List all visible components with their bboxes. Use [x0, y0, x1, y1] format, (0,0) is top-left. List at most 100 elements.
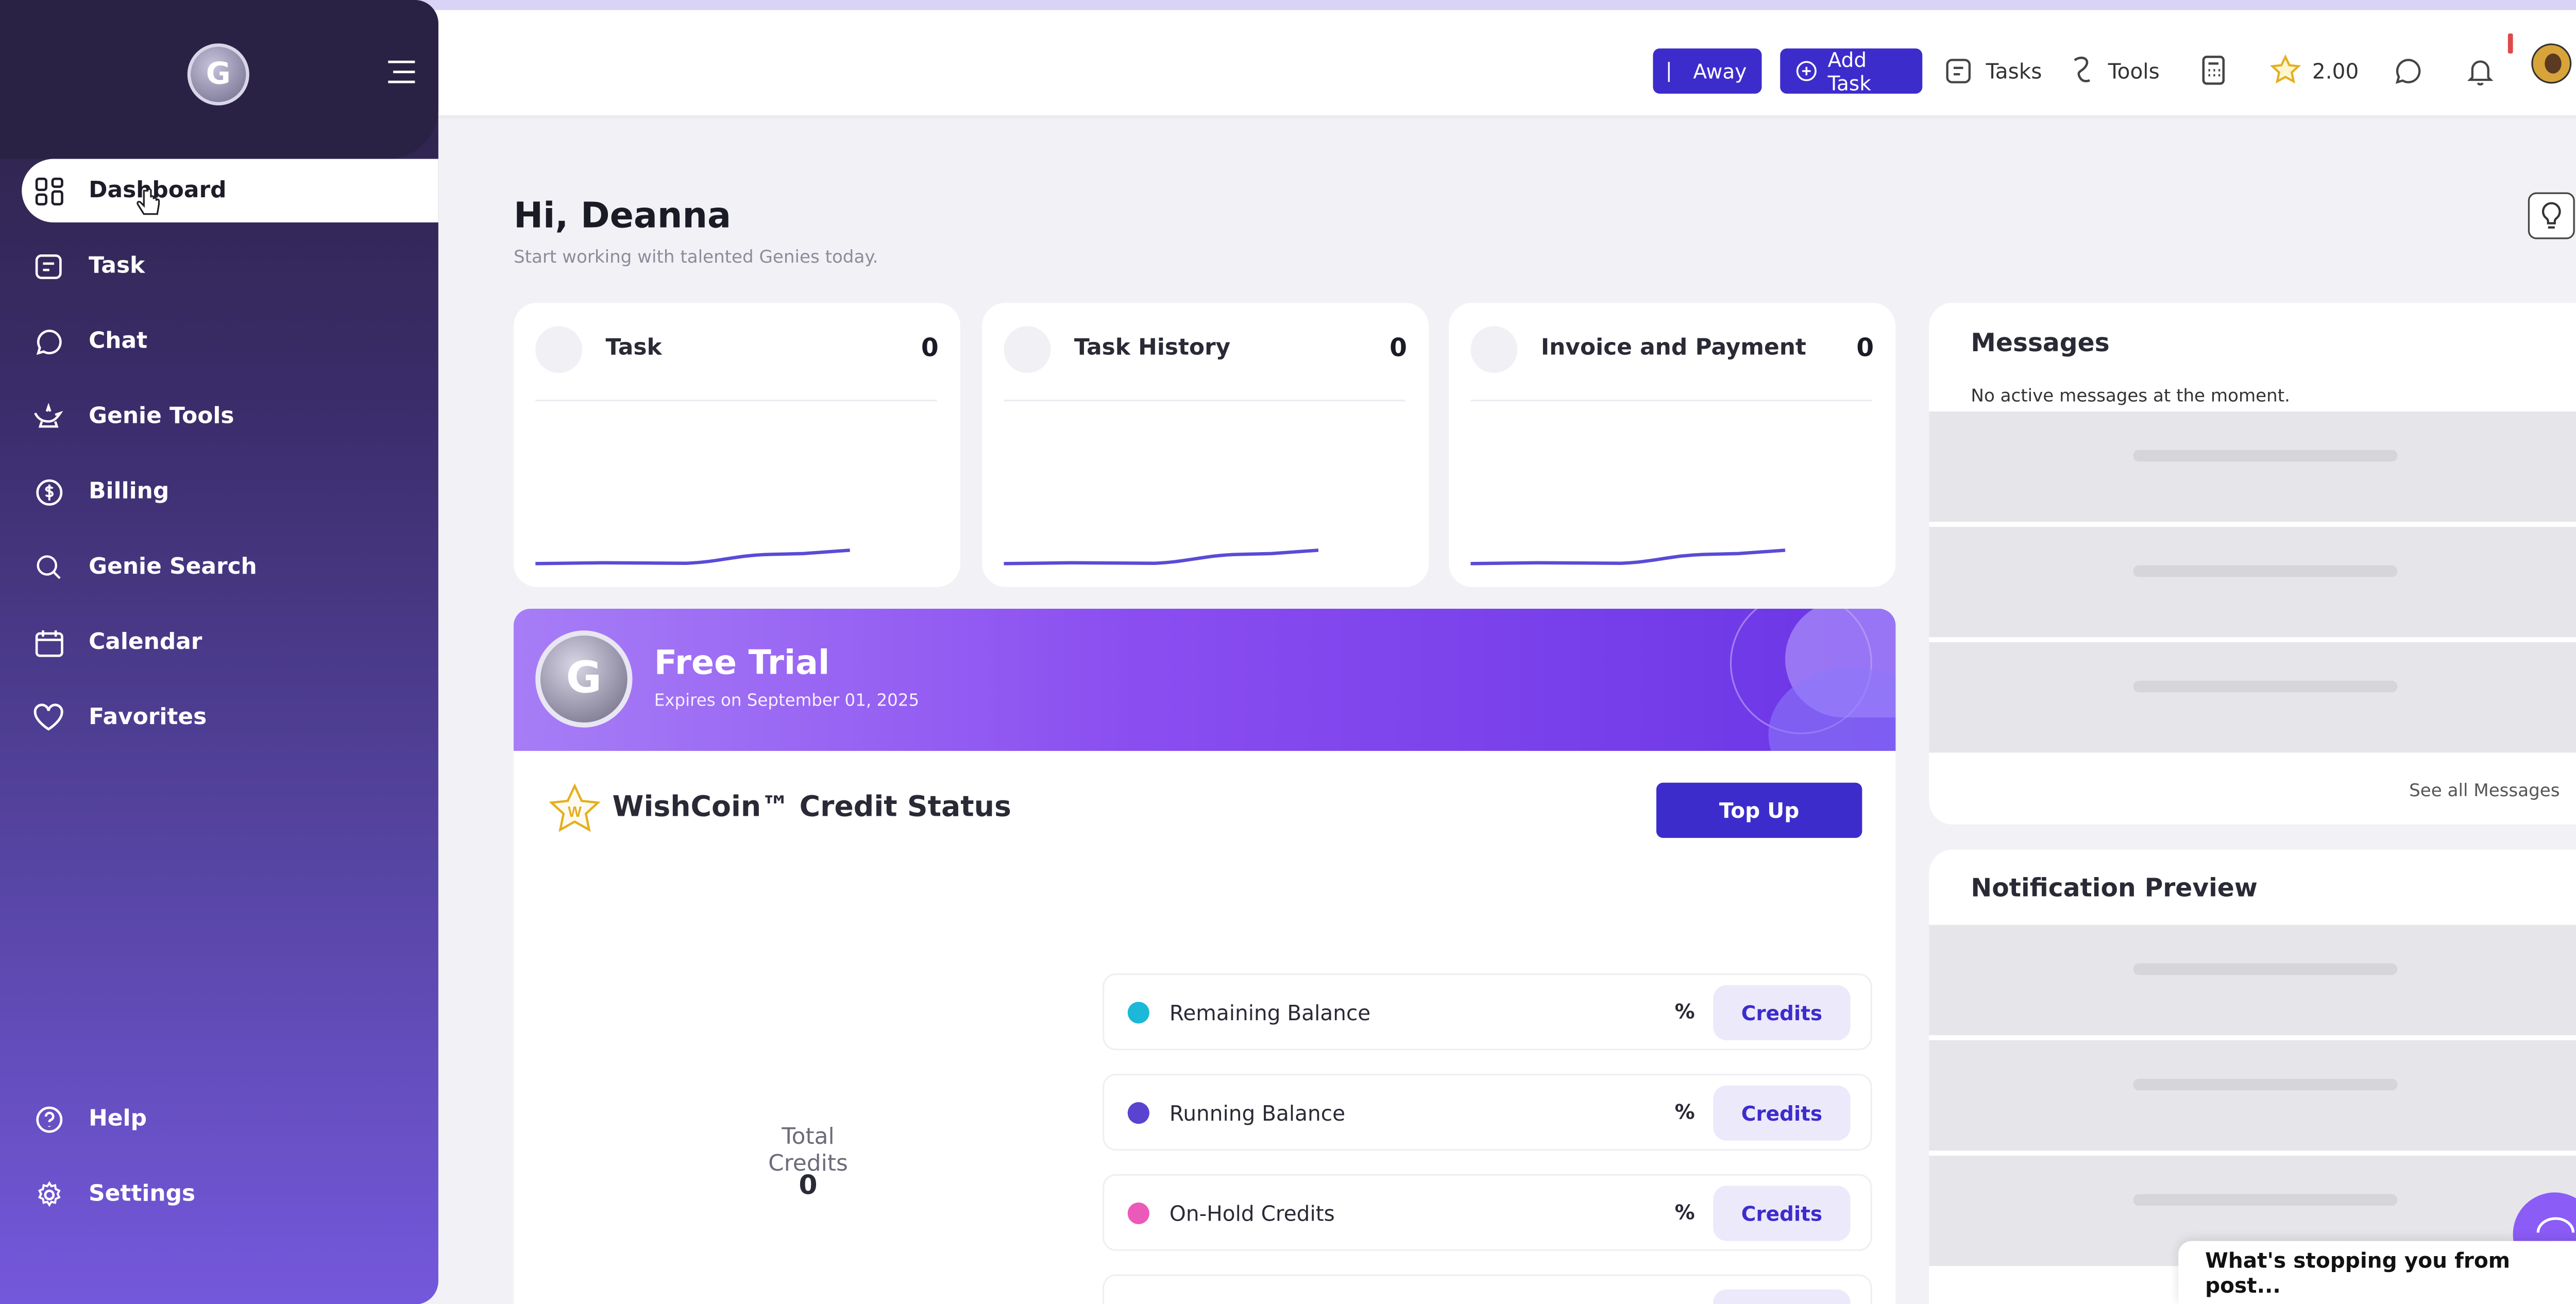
away-label: Away: [1693, 59, 1747, 83]
calculator-icon: [2202, 56, 2225, 85]
sidebar-item-label: Calendar: [89, 629, 202, 656]
sidebar-item-label: Genie Search: [89, 553, 257, 580]
stat-card-task[interactable]: Task 0: [513, 302, 961, 587]
sidebar-item-help[interactable]: Help: [22, 1087, 438, 1151]
message-icon: [2395, 58, 2421, 83]
notification-preview-panel: Notification Preview: [1929, 849, 2576, 1304]
tasks-icon: [1946, 58, 1971, 83]
sidebar-item-genie-tools[interactable]: Genie Tools: [22, 385, 438, 448]
sidebar-item-billing[interactable]: Billing: [22, 460, 438, 523]
sparkline: [535, 548, 850, 565]
free-trial-banner: G Free Trial Expires on September 01, 20…: [513, 609, 1896, 751]
sidebar-item-label: Task: [89, 252, 145, 280]
dollar-icon: [32, 475, 65, 508]
messages-title: Messages: [1971, 328, 2110, 358]
genie-tools-icon: [2074, 57, 2091, 82]
stat-value: 0: [921, 333, 939, 363]
stat-value: 0: [1856, 333, 1874, 363]
legend-dot: [1127, 1202, 1149, 1225]
tools-link[interactable]: Tools: [2068, 42, 2160, 98]
balance-row-running: Running Balance % Credits: [1103, 1073, 1872, 1151]
messages-button[interactable]: [2393, 42, 2425, 98]
banner-title: Free Trial: [654, 642, 830, 682]
notifications-button[interactable]: [2464, 42, 2496, 98]
calendar-icon: [32, 626, 65, 659]
page-subtitle: Start working with talented Genies today…: [513, 247, 878, 268]
sparkline: [1004, 548, 1319, 565]
stat-card-invoice-payment[interactable]: Invoice and Payment 0: [1449, 302, 1896, 587]
balance-row-partial: [1103, 1274, 1872, 1304]
credits-button-partial[interactable]: [1713, 1289, 1851, 1304]
sidebar-item-chat[interactable]: Chat: [22, 310, 438, 373]
feedback-prompt-bar[interactable]: What's stopping you from post...: [2178, 1241, 2576, 1304]
credits-button[interactable]: Credits: [1713, 1085, 1851, 1141]
bell-icon: [2467, 59, 2494, 85]
wishcoin-balance[interactable]: 2.00: [2268, 42, 2359, 98]
tips-button[interactable]: [2528, 192, 2575, 239]
hand-cursor-icon: [137, 188, 160, 215]
wishcoin-balance-value: 2.00: [2312, 58, 2359, 83]
help-icon: [32, 1102, 65, 1136]
genie-badge-logo: G: [535, 630, 633, 728]
menu-toggle-button[interactable]: [386, 60, 416, 83]
message-skeleton: [1929, 411, 2576, 522]
balance-row-on-hold: On-Hold Credits % Credits: [1103, 1174, 1872, 1251]
svg-text:W: W: [568, 804, 582, 820]
stat-value: 0: [1389, 333, 1408, 363]
stat-title: Task: [605, 334, 662, 362]
notification-skeleton: [1929, 1040, 2576, 1151]
stat-title: Task History: [1074, 334, 1231, 362]
sidebar-item-label: Billing: [89, 478, 170, 505]
away-status-button[interactable]: Away: [1653, 48, 1762, 94]
balance-percent: %: [1674, 1000, 1695, 1024]
legend-dot: [1127, 1102, 1149, 1124]
tasks-label: Tasks: [1986, 58, 2042, 83]
sidebar-item-genie-search[interactable]: Genie Search: [22, 535, 438, 598]
notification-badge: [2507, 33, 2513, 54]
heart-icon: [32, 701, 65, 734]
total-credits-value: 0: [799, 1169, 818, 1201]
plus-circle-icon: [1796, 61, 1817, 81]
message-skeleton: [1929, 526, 2576, 638]
tasks-link[interactable]: Tasks: [1944, 42, 2042, 98]
see-all-messages-link[interactable]: See all Messages: [2409, 781, 2560, 801]
page-title: Hi, Deanna: [513, 195, 732, 236]
stat-card-task-history[interactable]: Task History 0: [982, 302, 1429, 587]
lamp-icon: [32, 400, 65, 433]
feedback-prompt-text: What's stopping you from post...: [2205, 1247, 2511, 1298]
divider: [1470, 400, 1872, 402]
genie-logo[interactable]: G: [187, 43, 249, 106]
message-skeleton: [1929, 642, 2576, 753]
messages-empty-text: No active messages at the moment.: [1971, 386, 2290, 407]
lightbulb-icon: [2541, 202, 2561, 229]
stat-title: Invoice and Payment: [1540, 334, 1806, 362]
credit-status-panel: W WishCoin™ Credit Status Top Up Total C…: [513, 751, 1896, 1304]
tools-label: Tools: [2108, 58, 2160, 83]
credits-button[interactable]: Credits: [1713, 1186, 1851, 1241]
stat-icon: [1470, 326, 1518, 373]
top-up-button[interactable]: Top Up: [1656, 782, 1862, 838]
balance-percent: %: [1674, 1100, 1695, 1124]
avatar[interactable]: [2531, 43, 2572, 84]
sidebar-item-settings[interactable]: Settings: [22, 1162, 438, 1226]
divider: [1004, 400, 1405, 402]
banner-subtitle: Expires on September 01, 2025: [654, 692, 920, 711]
sparkline: [1470, 548, 1786, 565]
sidebar-item-calendar[interactable]: Calendar: [22, 610, 438, 674]
add-task-button[interactable]: Add Task: [1780, 47, 1923, 95]
search-icon: [32, 550, 65, 584]
hamburger-icon: [388, 60, 415, 83]
balance-row-remaining: Remaining Balance % Credits: [1103, 973, 1872, 1051]
sidebar-item-dashboard[interactable]: Dashboard: [22, 159, 438, 222]
legend-dot: [1127, 1002, 1149, 1024]
chat-icon: [32, 324, 65, 358]
sidebar-item-favorites[interactable]: Favorites: [22, 685, 438, 749]
add-task-label: Add Task: [1827, 47, 1871, 95]
task-icon: [32, 249, 65, 283]
sidebar-item-label: Genie Tools: [89, 403, 234, 430]
sidebar-item-label: Settings: [89, 1180, 196, 1208]
sidebar-item-task[interactable]: Task: [22, 234, 438, 298]
star-coin-icon: [2269, 54, 2301, 84]
credits-button[interactable]: Credits: [1713, 985, 1851, 1040]
calculator-button[interactable]: [2198, 42, 2228, 98]
